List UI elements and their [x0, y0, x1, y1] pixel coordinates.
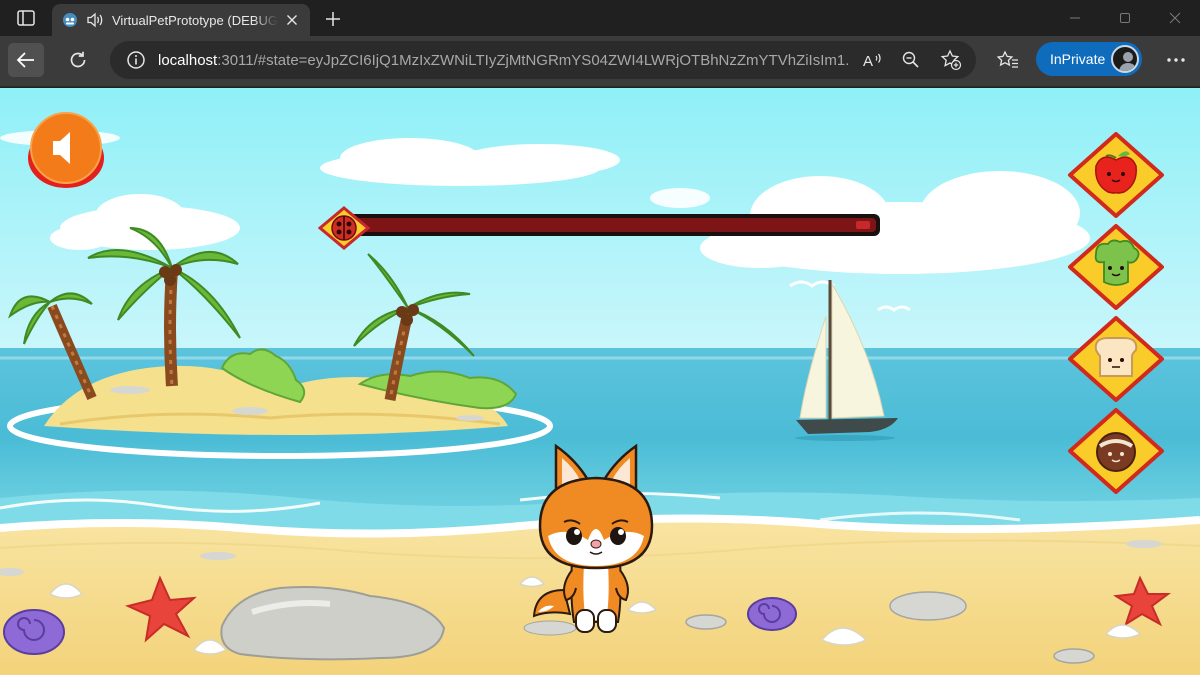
reload-icon — [70, 51, 86, 68]
more-icon — [1167, 58, 1185, 62]
pebble — [685, 614, 727, 630]
pet-fox[interactable] — [526, 440, 666, 636]
browser-titlebar: VirtualPetPrototype (DEBUG) — [0, 0, 1200, 36]
pet-progress-bar — [318, 206, 880, 250]
food-bread-button[interactable] — [1066, 316, 1166, 402]
snail-shell — [747, 597, 797, 631]
address-bar[interactable]: localhost:3011/#state=eyJpZCI6IjQ1MzIxZW… — [110, 41, 976, 79]
zoom-out-icon — [902, 51, 919, 68]
sidebar-toggle-button[interactable] — [8, 5, 44, 31]
avatar — [1111, 45, 1139, 73]
pebble — [889, 591, 967, 621]
tab-title: VirtualPetPrototype (DEBUG) — [112, 12, 278, 28]
sound-toggle-button[interactable] — [26, 112, 106, 190]
favorites-button[interactable] — [990, 43, 1026, 77]
new-tab-button[interactable] — [320, 7, 346, 31]
coconut-icon — [1096, 432, 1136, 472]
svg-text:A: A — [863, 53, 873, 69]
food-broccoli-button[interactable] — [1066, 224, 1166, 310]
inprivate-badge[interactable]: InPrivate — [1036, 42, 1142, 76]
close-icon[interactable] — [284, 12, 300, 28]
minimize-icon — [1070, 17, 1080, 19]
speaker-icon[interactable] — [86, 12, 104, 28]
more-options-button[interactable] — [1158, 43, 1194, 77]
url-text[interactable]: localhost:3011/#state=eyJpZCI6IjQ1MzIxZW… — [158, 52, 850, 69]
minimize-button[interactable] — [1052, 0, 1098, 36]
add-favorite-icon — [940, 49, 962, 71]
apple-icon — [1095, 151, 1137, 194]
read-aloud-button[interactable]: A — [860, 48, 886, 72]
inprivate-label: InPrivate — [1050, 51, 1106, 67]
reload-button[interactable] — [60, 43, 96, 77]
food-coconut-button[interactable] — [1066, 408, 1166, 494]
browser-tab[interactable]: VirtualPetPrototype (DEBUG) — [52, 4, 310, 36]
browser-toolbar: localhost:3011/#state=eyJpZCI6IjQ1MzIxZW… — [0, 36, 1200, 87]
food-apple-button[interactable] — [1066, 132, 1166, 218]
back-button[interactable] — [8, 43, 44, 77]
pebble — [1126, 540, 1162, 548]
maximize-button[interactable] — [1102, 0, 1148, 36]
window-close-button[interactable] — [1152, 0, 1198, 36]
pebble — [1053, 648, 1095, 664]
close-icon — [1169, 12, 1181, 24]
info-icon[interactable] — [126, 50, 146, 70]
sidebar-icon — [17, 10, 35, 26]
bread-icon — [1094, 337, 1138, 377]
add-favorite-button[interactable] — [938, 48, 964, 72]
url-host: localhost — [158, 51, 218, 69]
tab-favicon — [63, 13, 77, 27]
favorites-icon — [997, 50, 1018, 68]
maximize-icon — [1120, 13, 1130, 23]
zoom-out-button[interactable] — [898, 48, 924, 72]
snail-shell — [3, 609, 65, 655]
plus-icon — [326, 12, 340, 26]
pebble — [200, 552, 236, 560]
read-aloud-icon: A — [863, 53, 881, 69]
game-canvas[interactable] — [0, 88, 1200, 675]
back-arrow-icon — [16, 52, 34, 68]
url-path: :3011/#state=eyJpZCI6IjQ1MzIxZWNiLTIyZjM… — [217, 51, 850, 69]
